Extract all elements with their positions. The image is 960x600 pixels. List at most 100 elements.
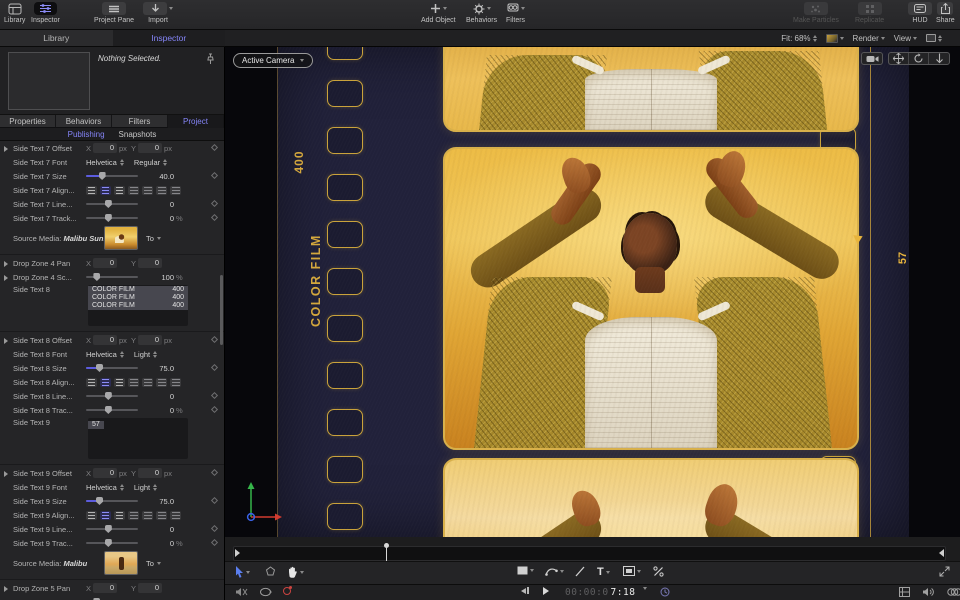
text-content-field[interactable]: 57 — [88, 418, 188, 459]
add-object-button[interactable]: Add Object — [421, 1, 456, 24]
justify-last-left-button[interactable] — [128, 186, 139, 195]
orbit-tool-icon[interactable] — [909, 53, 929, 64]
sub-tab-snapshots[interactable]: Snapshots — [119, 130, 157, 139]
keyframe-diamond-icon[interactable] — [211, 200, 218, 207]
align-left-button[interactable] — [86, 378, 97, 387]
timecode-display[interactable]: 00:00:07:18 — [565, 587, 635, 598]
text-content-field[interactable]: COLOR FILM400COLOR FILM400COLOR FILM400 — [88, 285, 188, 326]
align-left-button[interactable] — [86, 511, 97, 520]
y-value-field[interactable]: 0 — [138, 258, 162, 268]
x-value-field[interactable]: 0 — [93, 143, 117, 153]
to-menu[interactable]: To — [146, 234, 161, 243]
keyframe-diamond-icon[interactable] — [211, 406, 218, 413]
keyframe-diamond-icon[interactable] — [211, 497, 218, 504]
parameter-slider[interactable] — [86, 395, 138, 397]
keyframe-diamond-icon[interactable] — [211, 469, 218, 476]
inspector-tab-properties[interactable]: Properties — [0, 115, 56, 128]
keyframe-diamond-icon[interactable] — [211, 336, 218, 343]
y-value-field[interactable]: 0 — [138, 143, 162, 153]
show-audio-button[interactable] — [922, 587, 934, 597]
hud-button[interactable]: HUD — [908, 1, 932, 24]
render-menu[interactable]: Render — [853, 34, 885, 43]
y-value-field[interactable]: 0 — [138, 468, 162, 478]
disclosure-triangle-icon[interactable] — [4, 146, 8, 152]
mute-audio-button[interactable] — [235, 587, 248, 597]
justify-last-right-button[interactable] — [156, 378, 167, 387]
slider-thumb[interactable] — [96, 364, 103, 372]
justify-last-right-button[interactable] — [156, 511, 167, 520]
keyframe-diamond-icon[interactable] — [211, 392, 218, 399]
y-value-field[interactable]: 0 — [138, 335, 162, 345]
layout-control[interactable] — [926, 34, 942, 42]
slider-thumb[interactable] — [105, 392, 112, 400]
slider-thumb[interactable] — [105, 406, 112, 414]
justify-last-left-button[interactable] — [128, 378, 139, 387]
align-center-button[interactable] — [100, 378, 111, 387]
library-toolbar-button[interactable]: Library — [4, 1, 25, 24]
timeline-start-marker[interactable] — [235, 549, 240, 557]
filters-toolbar-button[interactable]: Filters — [506, 1, 525, 24]
playhead[interactable] — [386, 544, 387, 562]
keyframe-diamond-icon[interactable] — [211, 214, 218, 221]
timeline-end-marker[interactable] — [939, 549, 944, 557]
pan-hand-tool[interactable] — [287, 566, 304, 578]
x-value-field[interactable]: 0 — [93, 468, 117, 478]
canvas-viewport[interactable]: 400 COLOR FILM — [225, 47, 960, 537]
to-menu[interactable]: To — [146, 559, 161, 568]
inspector-toolbar-button[interactable]: Inspector — [31, 1, 60, 24]
play-button[interactable] — [543, 587, 549, 595]
justify-last-right-button[interactable] — [156, 186, 167, 195]
zoom-fit-control[interactable]: Fit: 68% — [781, 34, 816, 43]
media-thumbnail[interactable] — [104, 551, 138, 575]
rectangle-tool[interactable] — [517, 566, 534, 575]
align-right-button[interactable] — [114, 378, 125, 387]
dolly-tool-icon[interactable] — [929, 53, 949, 64]
bezier-tool[interactable] — [545, 566, 564, 577]
expand-timing-pane-icon[interactable] — [939, 566, 950, 577]
y-value-field[interactable]: 0 — [138, 583, 162, 593]
slider-thumb[interactable] — [105, 539, 112, 547]
camera-select-menu[interactable]: Active Camera — [233, 53, 313, 68]
timecode-menu-chevron[interactable] — [643, 587, 647, 590]
font-weight-select[interactable]: Light — [134, 350, 157, 359]
keyframe-diamond-icon[interactable] — [211, 364, 218, 371]
x-value-field[interactable]: 0 — [93, 583, 117, 593]
behaviors-toolbar-button[interactable]: Behaviors — [466, 1, 497, 24]
project-pane-button[interactable]: Project Pane — [94, 1, 134, 24]
justify-all-button[interactable] — [170, 511, 181, 520]
mini-timeline[interactable] — [233, 546, 946, 561]
justify-last-center-button[interactable] — [142, 186, 153, 195]
channels-swatch-control[interactable] — [826, 34, 844, 43]
slider-thumb[interactable] — [105, 200, 112, 208]
inspector-tab-project[interactable]: Project — [168, 115, 224, 128]
disclosure-triangle-icon[interactable] — [4, 586, 8, 592]
line-tool[interactable] — [575, 566, 585, 577]
justify-all-button[interactable] — [170, 186, 181, 195]
keyframe-diamond-icon[interactable] — [211, 525, 218, 532]
parameter-slider[interactable] — [86, 500, 138, 502]
camera-button[interactable] — [861, 52, 883, 65]
parameter-slider[interactable] — [86, 276, 138, 278]
previous-frame-button[interactable] — [521, 587, 529, 594]
disclosure-triangle-icon[interactable] — [4, 471, 8, 477]
disclosure-triangle-icon[interactable] — [4, 338, 8, 344]
slider-thumb[interactable] — [105, 214, 112, 222]
parameter-slider[interactable] — [86, 528, 138, 530]
view-menu[interactable]: View — [894, 34, 917, 43]
justify-all-button[interactable] — [170, 378, 181, 387]
keyframe-diamond-icon[interactable] — [211, 172, 218, 179]
font-weight-select[interactable]: Regular — [134, 158, 167, 167]
parameter-slider[interactable] — [86, 409, 138, 411]
media-thumbnail[interactable] — [104, 226, 138, 250]
select-transform-tool[interactable] — [235, 566, 250, 578]
sub-tab-publishing[interactable]: Publishing — [68, 130, 105, 139]
slider-thumb[interactable] — [99, 172, 106, 180]
x-value-field[interactable]: 0 — [93, 258, 117, 268]
import-button[interactable]: Import — [143, 1, 173, 24]
adjust-anchor-tool[interactable] — [265, 566, 276, 577]
x-value-field[interactable]: 0 — [93, 335, 117, 345]
justify-last-left-button[interactable] — [128, 511, 139, 520]
font-family-select[interactable]: Helvetica — [86, 483, 124, 492]
font-family-select[interactable]: Helvetica — [86, 350, 124, 359]
align-right-button[interactable] — [114, 511, 125, 520]
